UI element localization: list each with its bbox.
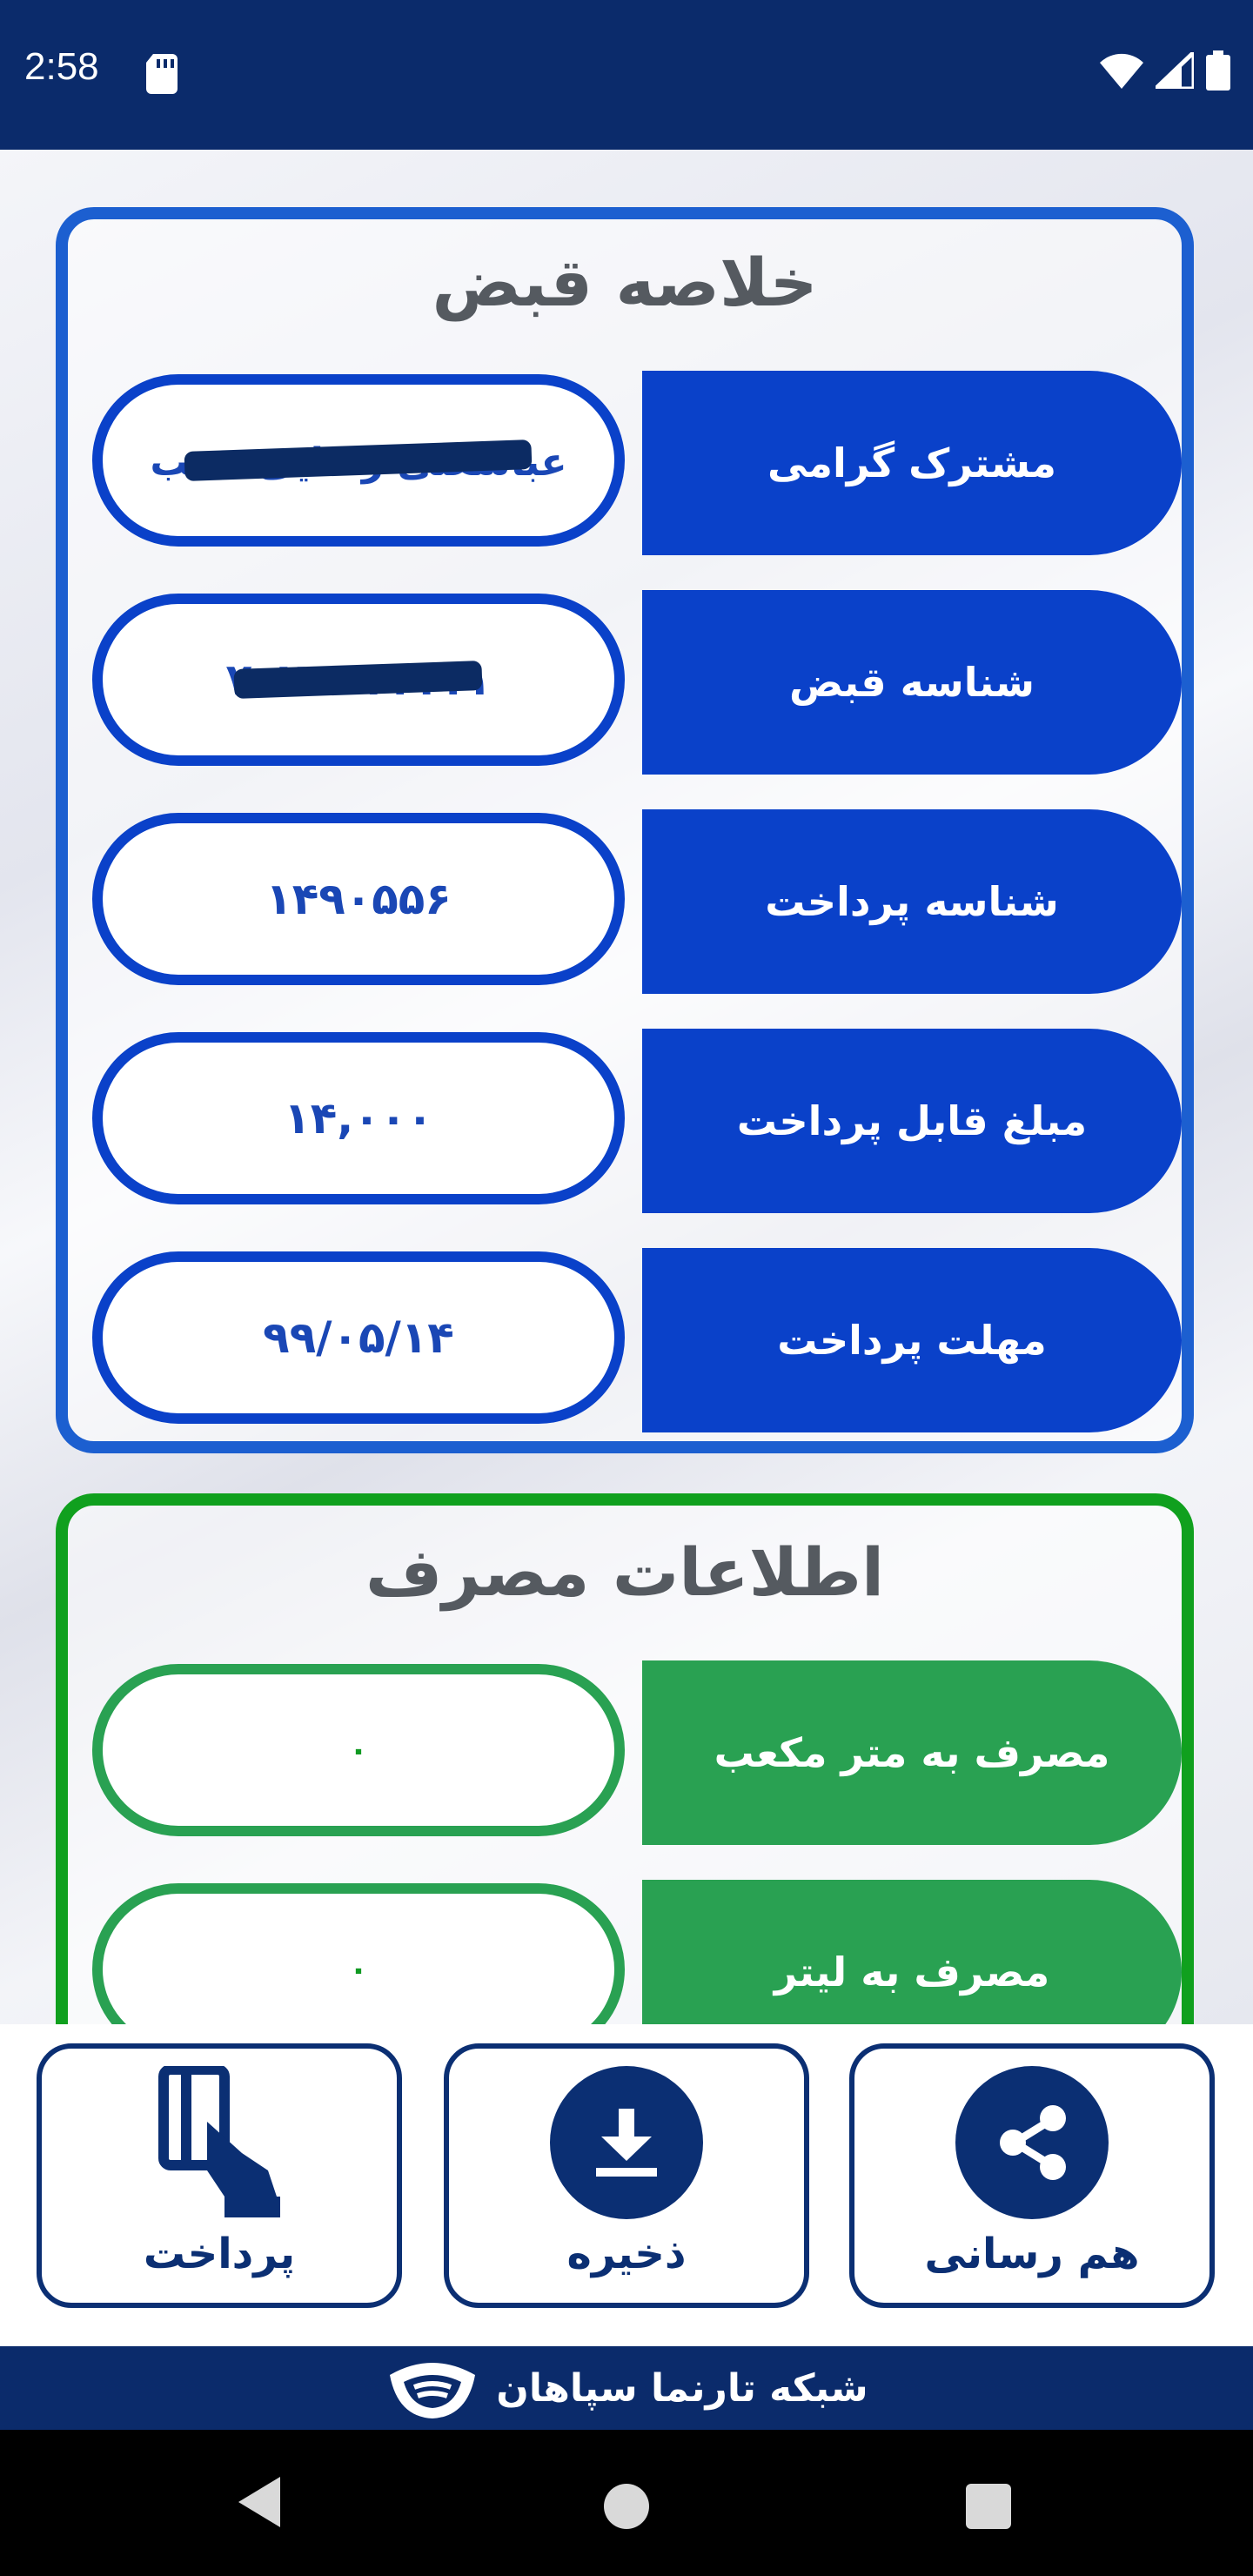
- payment-id-value: ۱۴۹۰۵۵۶: [265, 874, 452, 924]
- subscriber-label: مشترک گرامی: [642, 371, 1182, 555]
- download-icon-circle: [550, 2066, 703, 2219]
- battery-icon: [1206, 50, 1230, 91]
- deadline-label: مهلت پرداخت: [642, 1248, 1182, 1432]
- deadline-value: ۹۹/۰۵/۱۴: [263, 1312, 454, 1363]
- pay-button[interactable]: پرداخت: [37, 2043, 402, 2308]
- status-bar: 2:58: [0, 0, 1253, 150]
- bill-id-value-box: ۷۰۲۱۱۱۱۱۱۱: [92, 594, 625, 766]
- payment-id-row: شناسه پرداخت ۱۴۹۰۵۵۶: [92, 809, 1182, 994]
- bill-id-row: شناسه قبض ۷۰۲۱۱۱۱۱۱۱: [92, 590, 1182, 775]
- redacted-value: عباسعلی رضایی نسب: [150, 435, 567, 486]
- wifi-icon: [1100, 53, 1143, 89]
- card-payment-icon: [158, 2066, 280, 2217]
- usage-cubic-value: ۰: [349, 1732, 368, 1768]
- pay-label: پرداخت: [143, 2230, 296, 2278]
- download-icon: [596, 2109, 657, 2177]
- cell-signal-icon: [1156, 52, 1194, 89]
- sd-card-icon: [146, 54, 178, 94]
- back-icon[interactable]: [235, 2475, 282, 2529]
- save-label: ذخیره: [566, 2230, 687, 2278]
- footer-text: شبکه تارنما سپاهان: [496, 2365, 868, 2411]
- usage-cubic-row: مصرف به متر مکعب ۰: [92, 1660, 1182, 1845]
- usage-info-card: اطلاعات مصرف مصرف به متر مکعب ۰ مصرف به …: [56, 1493, 1194, 2024]
- amount-value: ۱۴,۰۰۰: [284, 1093, 433, 1144]
- main-content[interactable]: خلاصه قبض مشترک گرامی عباسعلی رضایی نسب …: [0, 150, 1253, 2024]
- status-icons: [1100, 50, 1230, 91]
- share-button[interactable]: هم رسانی: [849, 2043, 1215, 2308]
- usage-cubic-label: مصرف به متر مکعب: [642, 1660, 1182, 1845]
- system-nav-bar: [0, 2430, 1253, 2576]
- redacted-value: ۷۰۲۱۱۱۱۱۱۱: [225, 654, 491, 705]
- share-icon-circle: [955, 2066, 1109, 2219]
- usage-liter-label: مصرف به لیتر: [642, 1880, 1182, 2024]
- usage-liter-value-box: ۰: [92, 1883, 625, 2024]
- usage-liter-value: ۰: [349, 1951, 368, 1988]
- bill-summary-card: خلاصه قبض مشترک گرامی عباسعلی رضایی نسب …: [56, 207, 1194, 1453]
- bill-summary-title: خلاصه قبض: [432, 244, 818, 321]
- payment-id-value-box: ۱۴۹۰۵۵۶: [92, 813, 625, 985]
- usage-cubic-value-box: ۰: [92, 1664, 625, 1836]
- share-icon: [1000, 2105, 1066, 2180]
- footer-brand: شبکه تارنما سپاهان: [0, 2346, 1253, 2430]
- deadline-row: مهلت پرداخت ۹۹/۰۵/۱۴: [92, 1248, 1182, 1432]
- amount-label: مبلغ قابل پرداخت: [642, 1029, 1182, 1213]
- subscriber-row: مشترک گرامی عباسعلی رضایی نسب: [92, 371, 1182, 555]
- amount-value-box: ۱۴,۰۰۰: [92, 1032, 625, 1204]
- brand-logo-icon: [390, 2363, 476, 2418]
- usage-liter-row: مصرف به لیتر ۰: [92, 1880, 1182, 2024]
- home-icon[interactable]: [604, 2484, 649, 2529]
- usage-info-title: اطلاعات مصرف: [365, 1533, 885, 1611]
- recent-apps-icon[interactable]: [966, 2484, 1011, 2529]
- save-button[interactable]: ذخیره: [444, 2043, 809, 2308]
- amount-row: مبلغ قابل پرداخت ۱۴,۰۰۰: [92, 1029, 1182, 1213]
- subscriber-value-box: عباسعلی رضایی نسب: [92, 374, 625, 547]
- bill-id-label: شناسه قبض: [642, 590, 1182, 775]
- share-label: هم رسانی: [924, 2230, 1140, 2278]
- deadline-value-box: ۹۹/۰۵/۱۴: [92, 1251, 625, 1424]
- payment-id-label: شناسه پرداخت: [642, 809, 1182, 994]
- status-time: 2:58: [24, 45, 99, 88]
